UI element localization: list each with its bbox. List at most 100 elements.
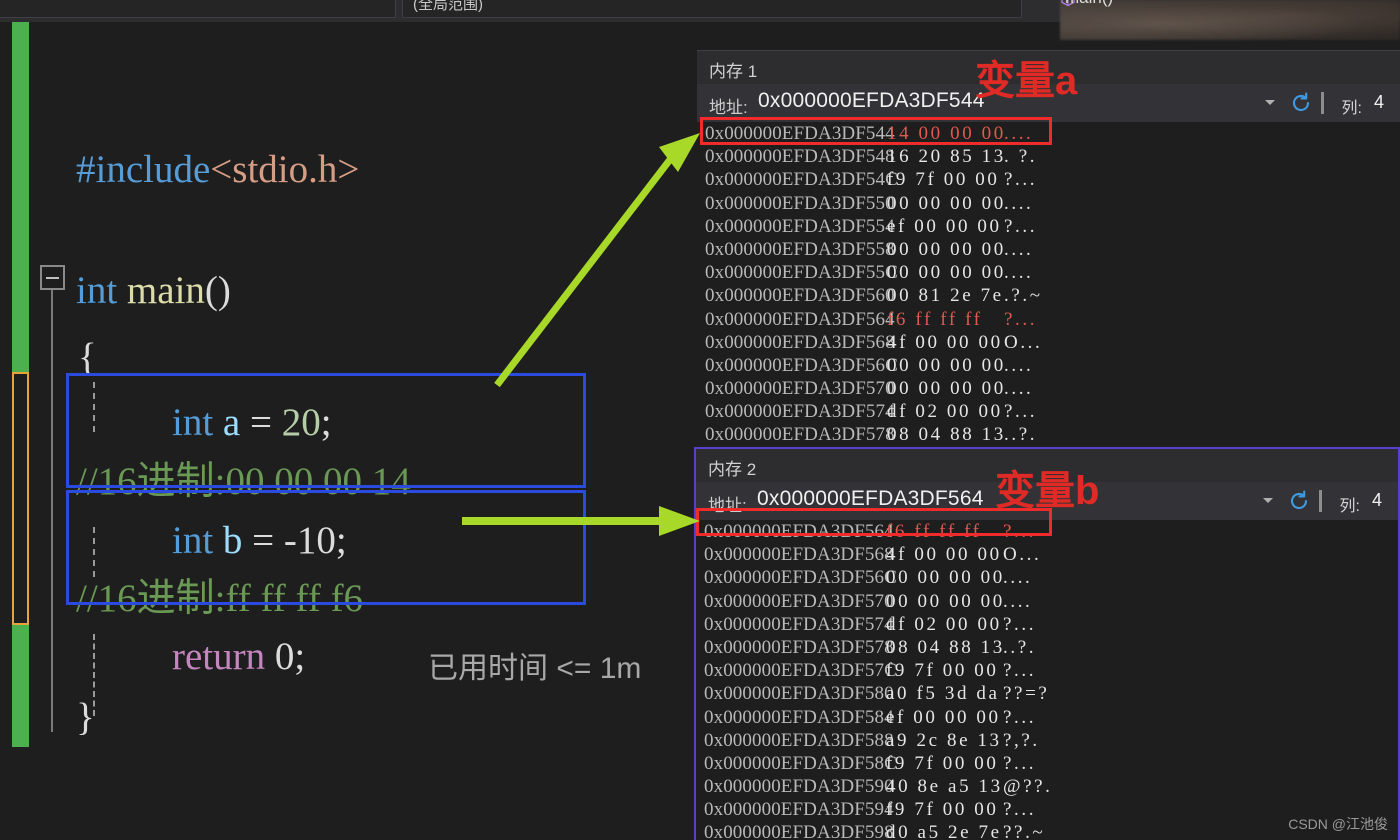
memory-row-bytes: a9 2c 8e 13: [886, 729, 1002, 751]
code-line-2: int main(): [76, 271, 231, 310]
memory-row-ascii: ??.~: [1003, 822, 1046, 838]
memory-row-bytes: 00 00 00 00: [887, 354, 1006, 376]
memory-row[interactable]: 0x000000EFDA3DF558 00 00 00 00....: [697, 238, 1400, 261]
code-token: int: [76, 269, 127, 312]
code-editor[interactable]: #include<stdio.h> int main() { int a = 2…: [0, 22, 700, 840]
memory-row[interactable]: 0x000000EFDA3DF564 f6 ff ff ff?...: [697, 308, 1400, 331]
memory-row-bytes: df 02 00 00: [886, 613, 1002, 635]
chevron-down-icon[interactable]: [1265, 100, 1275, 105]
code-text: #include<stdio.h> int main() { int a = 2…: [0, 22, 700, 840]
code-line-9: }: [76, 698, 95, 737]
memory-row-ascii: ?...: [1003, 706, 1037, 728]
memory-2-rows[interactable]: 0x000000EFDA3DF564 f6 ff ff ff?... 0x00000…: [696, 520, 1398, 838]
toolbar-separator: [1319, 490, 1322, 512]
memory-row-bytes: 00 00 00 00: [887, 262, 1006, 284]
chevron-down-icon[interactable]: [1263, 498, 1273, 503]
memory-row[interactable]: 0x000000EFDA3DF56C 00 00 00 00....: [697, 354, 1400, 377]
code-token: a: [222, 401, 250, 444]
memory-row-ascii: ....: [1004, 378, 1034, 400]
memory-row-address: 0x000000EFDA3DF568: [705, 331, 895, 353]
memory-row[interactable]: 0x000000EFDA3DF578 08 04 88 13..?.: [696, 636, 1398, 659]
memory-row[interactable]: 0x000000EFDA3DF584 ef 00 00 00?...: [696, 706, 1398, 729]
memory-row[interactable]: 0x000000EFDA3DF58C f9 7f 00 00?...: [696, 752, 1398, 775]
memory-row-ascii: ....: [1003, 567, 1033, 589]
memory-row[interactable]: 0x000000EFDA3DF554 ef 00 00 00?...: [697, 215, 1400, 238]
memory-row[interactable]: 0x000000EFDA3DF574 df 02 00 00?...: [696, 613, 1398, 636]
code-token: int: [172, 401, 223, 444]
memory-row[interactable]: 0x000000EFDA3DF578 08 04 88 13..?.: [697, 423, 1400, 446]
code-line-3: {: [78, 338, 97, 377]
code-token: ;: [320, 401, 332, 444]
memory-row[interactable]: 0x000000EFDA3DF54C f9 7f 00 00?...: [697, 168, 1400, 191]
memory-row-address: 0x000000EFDA3DF560: [705, 285, 895, 307]
elapsed-time-tip: 已用时间 <= 1m: [428, 652, 642, 685]
code-token: (): [204, 269, 231, 312]
refresh-icon[interactable]: [1288, 490, 1310, 512]
memory-row[interactable]: 0x000000EFDA3DF550 00 00 00 00....: [697, 192, 1400, 215]
memory-row[interactable]: 0x000000EFDA3DF590 40 8e a5 13 @??.: [696, 775, 1398, 798]
code-token: main: [126, 269, 205, 312]
memory-row-address: 0x000000EFDA3DF57C: [704, 660, 897, 682]
app-root: (全局范围) main() #include<stdio.h> int main…: [0, 0, 1400, 840]
memory-row-ascii: ..?.: [1003, 636, 1037, 658]
memory-row-ascii: ?,?.: [1003, 729, 1040, 751]
memory-row-ascii: . ?.: [1004, 146, 1038, 168]
memory-row-address: 0x000000EFDA3DF584: [704, 706, 894, 728]
code-token: 0: [274, 635, 295, 678]
memory-row-ascii: O...: [1004, 331, 1043, 353]
memory-row-bytes: 40 8e a5 13: [886, 776, 1003, 798]
memory-row-ascii: ?...: [1004, 169, 1038, 191]
memory-row-address: 0x000000EFDA3DF56C: [705, 354, 898, 376]
memory-1-address-input[interactable]: 0x000000EFDA3DF544: [758, 89, 985, 113]
memory-row[interactable]: 0x000000EFDA3DF548 16 20 85 13. ?.: [697, 145, 1400, 168]
memory-row[interactable]: 0x000000EFDA3DF55C 00 00 00 00....: [697, 261, 1400, 284]
code-token: b: [222, 519, 253, 562]
code-line-7: //16进制:ff ff ff f6: [76, 579, 363, 618]
memory-row[interactable]: 0x000000EFDA3DF580 a0 f5 3d da ??=?: [696, 682, 1398, 705]
memory-1-columns-value[interactable]: 4: [1374, 92, 1384, 113]
memory-row-bytes: 4f 00 00 00: [886, 544, 1002, 566]
memory-row[interactable]: 0x000000EFDA3DF564 f6 ff ff ff?...: [696, 520, 1398, 543]
memory-row[interactable]: 0x000000EFDA3DF56C 00 00 00 00....: [696, 566, 1398, 589]
memory-2-columns-label: 列:: [1339, 498, 1360, 515]
code-token: //16进制:00 00 00 14: [76, 460, 411, 503]
code-token: =: [249, 401, 282, 444]
code-line-6: int b = -10;: [172, 521, 347, 560]
memory-row[interactable]: 0x000000EFDA3DF57C f9 7f 00 00?...: [696, 659, 1398, 682]
memory-row-address: 0x000000EFDA3DF598: [704, 822, 894, 838]
memory-row-address: 0x000000EFDA3DF578: [704, 636, 894, 658]
memory-row[interactable]: 0x000000EFDA3DF568 4f 00 00 00 O...: [696, 543, 1398, 566]
memory-row-bytes: 00 00 00 00: [887, 192, 1006, 214]
memory-2-address-label: 地址:: [708, 496, 747, 515]
memory-row-bytes: f9 7f 00 00: [887, 169, 1000, 191]
annotation-variable-a: 变量a: [975, 59, 1078, 103]
memory-row-bytes: f6 ff ff ff: [887, 308, 983, 330]
memory-2-title: 内存 2: [708, 460, 757, 479]
memory-row-ascii: ....: [1004, 354, 1034, 376]
memory-2-columns-value[interactable]: 4: [1372, 490, 1382, 511]
memory-row[interactable]: 0x000000EFDA3DF544 14 00 00 00....: [697, 122, 1400, 145]
memory-1-address-label: 地址:: [709, 98, 748, 117]
memory-row-bytes: f6 ff ff ff: [886, 521, 982, 542]
memory-row[interactable]: 0x000000EFDA3DF570 00 00 00 00....: [696, 590, 1398, 613]
annotation-variable-b: 变量b: [995, 469, 1100, 513]
refresh-icon[interactable]: [1290, 92, 1312, 114]
memory-row-bytes: ef 00 00 00: [887, 215, 1002, 237]
memory-2-address-input[interactable]: 0x000000EFDA3DF564: [757, 487, 984, 511]
memory-row-bytes: a0 f5 3d da: [886, 683, 1000, 705]
memory-row[interactable]: 0x000000EFDA3DF560 00 81 2e 7e .?.~: [697, 284, 1400, 307]
code-line-5: //16进制:00 00 00 14: [76, 462, 411, 501]
memory-1-rows[interactable]: 0x000000EFDA3DF544 14 00 00 00.... 0x00000…: [697, 122, 1400, 451]
memory-row[interactable]: 0x000000EFDA3DF574 df 02 00 00?...: [697, 400, 1400, 423]
memory-row-address: 0x000000EFDA3DF558: [705, 238, 895, 260]
scope-combo-left[interactable]: [0, 0, 396, 18]
memory-window-1[interactable]: 内存 1 地址: 0x000000EFDA3DF544 列: 4 0x00000…: [697, 50, 1400, 450]
memory-row[interactable]: 0x000000EFDA3DF568 4f 00 00 00 O...: [697, 331, 1400, 354]
memory-row[interactable]: 0x000000EFDA3DF588 a9 2c 8e 13?,?.: [696, 729, 1398, 752]
memory-row-bytes: 16 20 85 13: [887, 146, 1006, 168]
memory-row-ascii: ....: [1004, 238, 1034, 260]
scope-combo-right[interactable]: (全局范围): [402, 0, 1022, 18]
memory-row-bytes: 14 00 00 00: [887, 123, 1006, 144]
memory-row[interactable]: 0x000000EFDA3DF570 00 00 00 00....: [697, 377, 1400, 400]
code-token: //16进制:ff ff ff f6: [76, 577, 364, 620]
